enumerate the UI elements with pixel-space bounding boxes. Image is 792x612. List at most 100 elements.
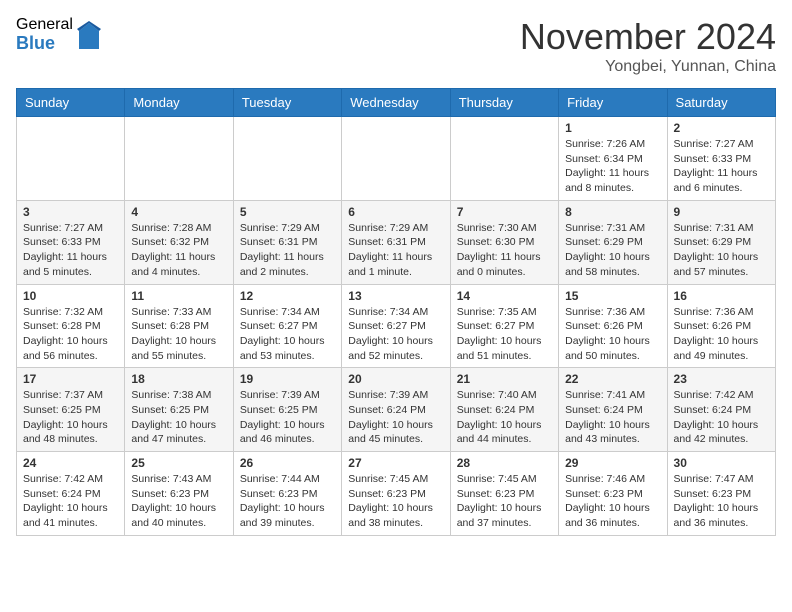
calendar-cell: 29 Sunrise: 7:46 AM Sunset: 6:23 PM Dayli… [559, 452, 667, 536]
day-number: 30 [674, 456, 769, 470]
calendar-cell: 30 Sunrise: 7:47 AM Sunset: 6:23 PM Dayli… [667, 452, 775, 536]
day-info: Sunrise: 7:41 AM Sunset: 6:24 PM Dayligh… [565, 388, 660, 447]
day-info: Sunrise: 7:26 AM Sunset: 6:34 PM Dayligh… [565, 137, 660, 196]
weekday-header-sunday: Sunday [17, 89, 125, 117]
day-number: 16 [674, 289, 769, 303]
logo-text: General Blue [16, 16, 73, 53]
day-info: Sunrise: 7:42 AM Sunset: 6:24 PM Dayligh… [674, 388, 769, 447]
calendar-cell: 10Sunrise: 7:32 AM Sunset: 6:28 PM Dayli… [17, 284, 125, 368]
day-info: Sunrise: 7:29 AM Sunset: 6:31 PM Dayligh… [348, 221, 443, 280]
calendar-cell: 24 Sunrise: 7:42 AM Sunset: 6:24 PM Dayli… [17, 452, 125, 536]
day-info: Sunrise: 7:27 AM Sunset: 6:33 PM Dayligh… [674, 137, 769, 196]
day-info: Sunrise: 7:34 AM Sunset: 6:27 PM Dayligh… [348, 305, 443, 364]
calendar-cell: 9Sunrise: 7:31 AM Sunset: 6:29 PM Daylig… [667, 200, 775, 284]
calendar-cell [342, 117, 450, 201]
calendar-cell [450, 117, 558, 201]
weekday-header-friday: Friday [559, 89, 667, 117]
day-number: 4 [131, 205, 226, 219]
day-info: Sunrise: 7:32 AM Sunset: 6:28 PM Dayligh… [23, 305, 118, 364]
day-number: 20 [348, 372, 443, 386]
calendar-cell: 17 Sunrise: 7:37 AM Sunset: 6:25 PM Dayli… [17, 368, 125, 452]
calendar-cell: 8Sunrise: 7:31 AM Sunset: 6:29 PM Daylig… [559, 200, 667, 284]
calendar-cell: 28Sunrise: 7:45 AM Sunset: 6:23 PM Dayli… [450, 452, 558, 536]
calendar-cell: 3Sunrise: 7:27 AM Sunset: 6:33 PM Daylig… [17, 200, 125, 284]
calendar-cell: 22 Sunrise: 7:41 AM Sunset: 6:24 PM Dayli… [559, 368, 667, 452]
logo-icon [77, 21, 101, 49]
logo-general: General [16, 16, 73, 34]
day-number: 22 [565, 372, 660, 386]
calendar-cell: 13 Sunrise: 7:34 AM Sunset: 6:27 PM Dayli… [342, 284, 450, 368]
calendar-cell: 7 Sunrise: 7:30 AM Sunset: 6:30 PM Daylig… [450, 200, 558, 284]
day-info: Sunrise: 7:30 AM Sunset: 6:30 PM Dayligh… [457, 221, 552, 280]
day-number: 19 [240, 372, 335, 386]
calendar-cell [17, 117, 125, 201]
calendar-cell: 11 Sunrise: 7:33 AM Sunset: 6:28 PM Dayli… [125, 284, 233, 368]
day-info: Sunrise: 7:39 AM Sunset: 6:25 PM Dayligh… [240, 388, 335, 447]
calendar-cell: 12Sunrise: 7:34 AM Sunset: 6:27 PM Dayli… [233, 284, 341, 368]
calendar-cell: 20Sunrise: 7:39 AM Sunset: 6:24 PM Dayli… [342, 368, 450, 452]
day-number: 6 [348, 205, 443, 219]
day-number: 18 [131, 372, 226, 386]
day-info: Sunrise: 7:35 AM Sunset: 6:27 PM Dayligh… [457, 305, 552, 364]
day-info: Sunrise: 7:36 AM Sunset: 6:26 PM Dayligh… [674, 305, 769, 364]
day-number: 1 [565, 121, 660, 135]
calendar-cell: 4Sunrise: 7:28 AM Sunset: 6:32 PM Daylig… [125, 200, 233, 284]
calendar-cell: 21 Sunrise: 7:40 AM Sunset: 6:24 PM Dayli… [450, 368, 558, 452]
day-number: 26 [240, 456, 335, 470]
calendar-week-row: 10Sunrise: 7:32 AM Sunset: 6:28 PM Dayli… [17, 284, 776, 368]
logo: General Blue [16, 16, 101, 53]
calendar-cell: 1 Sunrise: 7:26 AM Sunset: 6:34 PM Daylig… [559, 117, 667, 201]
calendar-cell: 18 Sunrise: 7:38 AM Sunset: 6:25 PM Dayli… [125, 368, 233, 452]
calendar-cell: 15 Sunrise: 7:36 AM Sunset: 6:26 PM Dayli… [559, 284, 667, 368]
calendar-cell: 14 Sunrise: 7:35 AM Sunset: 6:27 PM Dayli… [450, 284, 558, 368]
day-number: 9 [674, 205, 769, 219]
day-info: Sunrise: 7:38 AM Sunset: 6:25 PM Dayligh… [131, 388, 226, 447]
weekday-header-thursday: Thursday [450, 89, 558, 117]
location: Yongbei, Yunnan, China [520, 58, 776, 76]
day-info: Sunrise: 7:42 AM Sunset: 6:24 PM Dayligh… [23, 472, 118, 531]
page-header: General Blue November 2024 Yongbei, Yunn… [16, 16, 776, 76]
calendar-table: SundayMondayTuesdayWednesdayThursdayFrid… [16, 88, 776, 536]
day-info: Sunrise: 7:36 AM Sunset: 6:26 PM Dayligh… [565, 305, 660, 364]
day-info: Sunrise: 7:27 AM Sunset: 6:33 PM Dayligh… [23, 221, 118, 280]
calendar-cell: 5 Sunrise: 7:29 AM Sunset: 6:31 PM Daylig… [233, 200, 341, 284]
day-info: Sunrise: 7:45 AM Sunset: 6:23 PM Dayligh… [457, 472, 552, 531]
day-number: 5 [240, 205, 335, 219]
day-number: 14 [457, 289, 552, 303]
day-info: Sunrise: 7:43 AM Sunset: 6:23 PM Dayligh… [131, 472, 226, 531]
calendar-cell [125, 117, 233, 201]
weekday-header-monday: Monday [125, 89, 233, 117]
weekday-header-tuesday: Tuesday [233, 89, 341, 117]
day-info: Sunrise: 7:46 AM Sunset: 6:23 PM Dayligh… [565, 472, 660, 531]
day-info: Sunrise: 7:33 AM Sunset: 6:28 PM Dayligh… [131, 305, 226, 364]
day-info: Sunrise: 7:44 AM Sunset: 6:23 PM Dayligh… [240, 472, 335, 531]
calendar-cell: 25Sunrise: 7:43 AM Sunset: 6:23 PM Dayli… [125, 452, 233, 536]
day-number: 13 [348, 289, 443, 303]
calendar-week-row: 17 Sunrise: 7:37 AM Sunset: 6:25 PM Dayli… [17, 368, 776, 452]
day-number: 17 [23, 372, 118, 386]
day-info: Sunrise: 7:37 AM Sunset: 6:25 PM Dayligh… [23, 388, 118, 447]
day-number: 8 [565, 205, 660, 219]
month-title: November 2024 [520, 16, 776, 58]
day-number: 21 [457, 372, 552, 386]
calendar-week-row: 1 Sunrise: 7:26 AM Sunset: 6:34 PM Daylig… [17, 117, 776, 201]
calendar-cell: 16 Sunrise: 7:36 AM Sunset: 6:26 PM Dayli… [667, 284, 775, 368]
day-number: 29 [565, 456, 660, 470]
day-number: 11 [131, 289, 226, 303]
weekday-header-saturday: Saturday [667, 89, 775, 117]
calendar-cell: 6 Sunrise: 7:29 AM Sunset: 6:31 PM Daylig… [342, 200, 450, 284]
calendar-cell: 2 Sunrise: 7:27 AM Sunset: 6:33 PM Daylig… [667, 117, 775, 201]
day-number: 15 [565, 289, 660, 303]
day-number: 7 [457, 205, 552, 219]
day-number: 2 [674, 121, 769, 135]
day-info: Sunrise: 7:29 AM Sunset: 6:31 PM Dayligh… [240, 221, 335, 280]
logo-blue: Blue [16, 34, 73, 54]
day-info: Sunrise: 7:47 AM Sunset: 6:23 PM Dayligh… [674, 472, 769, 531]
day-info: Sunrise: 7:45 AM Sunset: 6:23 PM Dayligh… [348, 472, 443, 531]
day-number: 24 [23, 456, 118, 470]
day-info: Sunrise: 7:40 AM Sunset: 6:24 PM Dayligh… [457, 388, 552, 447]
calendar-week-row: 3Sunrise: 7:27 AM Sunset: 6:33 PM Daylig… [17, 200, 776, 284]
calendar-cell: 19 Sunrise: 7:39 AM Sunset: 6:25 PM Dayli… [233, 368, 341, 452]
calendar-cell [233, 117, 341, 201]
title-section: November 2024 Yongbei, Yunnan, China [520, 16, 776, 76]
